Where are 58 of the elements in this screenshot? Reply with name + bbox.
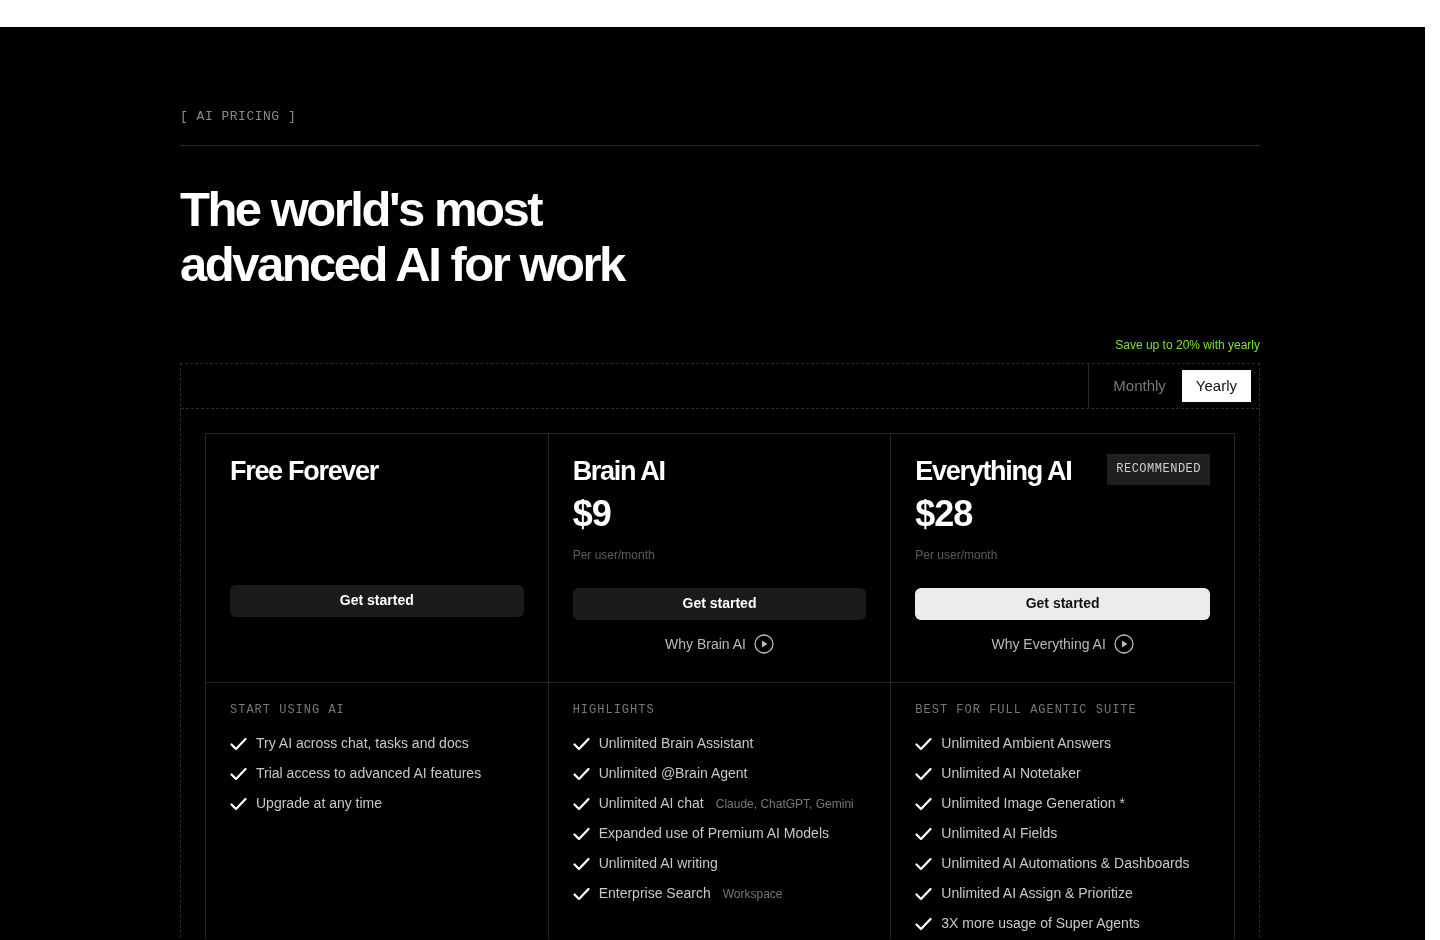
plan-name: Free Forever (230, 455, 378, 486)
why-link[interactable]: Why Everything AI (991, 633, 1134, 655)
feature-text: Unlimited AI chat (598, 794, 704, 813)
headline-line: The world's most (180, 181, 543, 237)
feature-text: Unlimited AI Notetaker (941, 764, 1081, 783)
feature-text: Unlimited AI Automations & Dashboards (941, 854, 1190, 873)
feature-text: Unlimited @Brain Agent (598, 764, 748, 783)
get-started-button[interactable]: Get started (915, 587, 1210, 620)
feature-text: Expanded use of Premium AI Models (598, 824, 829, 843)
feature-text: Trial access to advanced AI features (256, 764, 482, 783)
check-icon (572, 796, 590, 811)
check-icon (915, 916, 933, 931)
check-icon (230, 796, 247, 811)
plan-price: $28 (915, 493, 974, 534)
plan-price: $9 (572, 493, 612, 534)
feature-heading: START USING AI (230, 701, 346, 719)
feature-text: Try AI across chat, tasks and docs (256, 734, 469, 753)
check-icon (915, 796, 933, 811)
price-note: Per user/month (572, 546, 656, 564)
feature-note: Workspace (722, 885, 783, 903)
check-icon (915, 826, 933, 841)
feature-heading: HIGHLIGHTS (572, 701, 656, 719)
check-icon (572, 766, 590, 781)
check-icon (915, 856, 933, 871)
feature-note: Claude, ChatGPT, Gemini (715, 795, 854, 813)
check-icon (915, 736, 933, 751)
why-link[interactable]: Why Brain AI (665, 633, 774, 655)
recommended-tag: RECOMMENDED (1107, 453, 1210, 485)
section-label: [ AI PRICING ] (180, 107, 1260, 146)
feature-text: Unlimited AI Assign & Prioritize (941, 884, 1133, 903)
feature-heading: BEST FOR FULL AGENTIC SUITE (915, 701, 1138, 719)
headline-line: advanced AI for work (180, 236, 626, 292)
check-icon (230, 736, 247, 751)
check-icon (230, 766, 247, 781)
check-icon (915, 886, 933, 901)
check-icon (915, 766, 933, 781)
plan-name: Everything AI (915, 455, 1072, 486)
feature-text: Upgrade at any time (256, 794, 383, 813)
check-icon (572, 886, 590, 901)
get-started-button[interactable]: Get started (230, 584, 524, 617)
feature-text: Unlimited Ambient Answers (941, 734, 1111, 753)
feature-text: Unlimited AI writing (598, 854, 718, 873)
savings-note: Save up to 20% with yearly (1114, 336, 1260, 354)
check-icon (572, 826, 590, 841)
feature-text: Unlimited Brain Assistant (598, 734, 754, 753)
billing-option[interactable]: Monthly (1099, 369, 1180, 402)
play-icon (1113, 634, 1134, 654)
feature-text: Unlimited Image Generation * (941, 794, 1125, 813)
feature-text: 3X more usage of Super Agents (941, 914, 1140, 933)
play-icon (753, 634, 774, 654)
feature-text: Enterprise Search (598, 884, 711, 903)
plan-name: Brain AI (572, 455, 665, 486)
check-icon (572, 856, 590, 871)
billing-option[interactable]: Yearly (1181, 369, 1251, 402)
get-started-button[interactable]: Get started (572, 587, 867, 620)
check-icon (572, 736, 590, 751)
price-note: Per user/month (915, 546, 999, 564)
feature-text: Unlimited AI Fields (941, 824, 1058, 843)
